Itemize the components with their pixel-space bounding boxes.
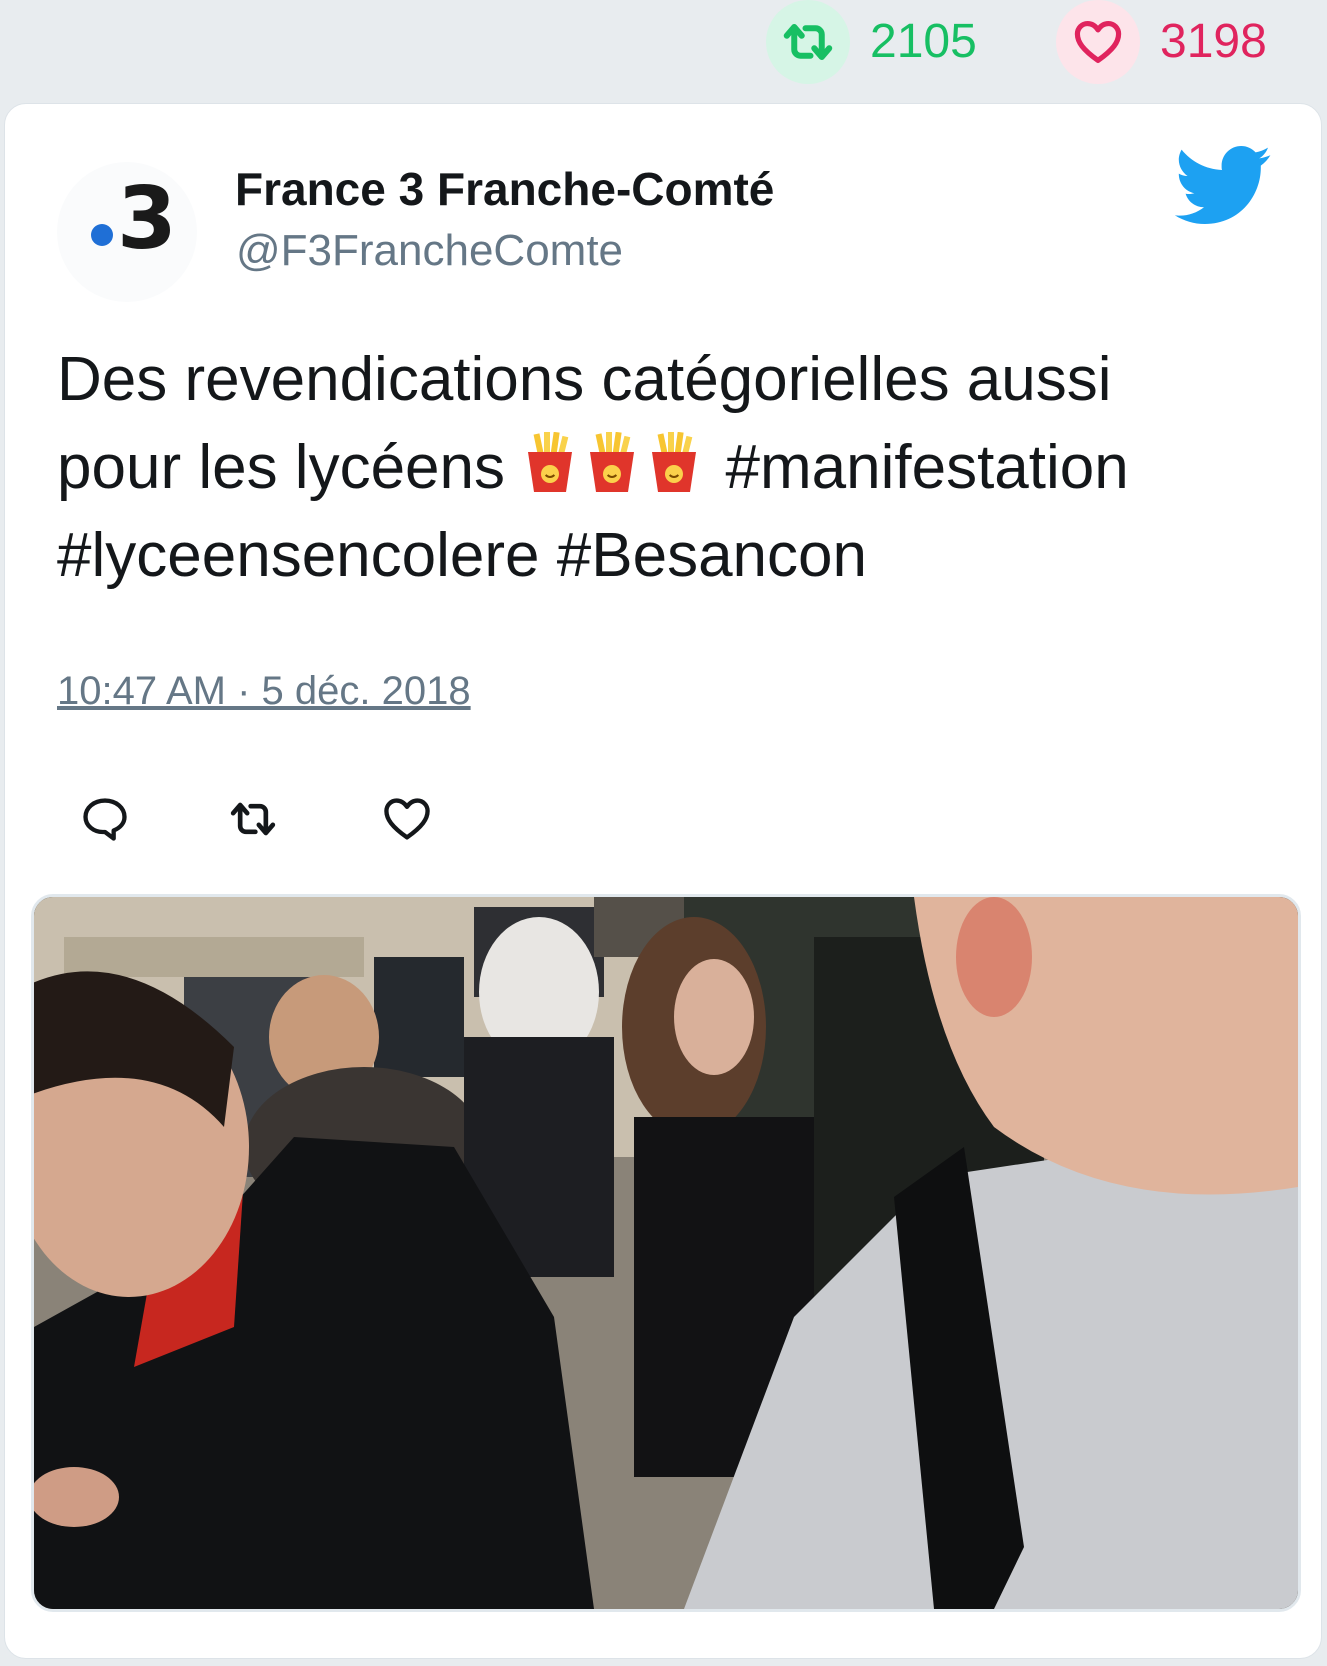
french-fries-emoji	[652, 432, 697, 492]
french-fries-emoji	[528, 432, 573, 492]
twitter-bird-icon[interactable]	[1175, 146, 1273, 226]
retweet-stat[interactable]: 2105	[766, 0, 977, 84]
french-fries-emoji	[590, 432, 635, 492]
retweet-icon[interactable]	[766, 0, 850, 84]
avatar-logo-text: 3	[117, 169, 177, 269]
tweet-text: Des revendications catégorielles aussi p…	[57, 336, 1287, 600]
retweet-count: 2105	[870, 15, 977, 68]
author-handle[interactable]: @F3FrancheComte	[236, 226, 623, 276]
tweet-text-line2: pour les lycéens	[57, 433, 506, 502]
tweet-timestamp[interactable]: 10:47 AM · 5 déc. 2018	[57, 669, 471, 714]
tweet-photo[interactable]	[31, 894, 1301, 1612]
heart-icon[interactable]	[1056, 0, 1140, 84]
avatar[interactable]: 3	[57, 162, 197, 302]
hashtag-manifestation[interactable]: #manifestation	[726, 433, 1129, 502]
engagement-stats: 2105 3198	[0, 0, 1327, 100]
tweet-text-line1: Des revendications catégorielles aussi	[57, 345, 1112, 414]
like-stat[interactable]: 3198	[1056, 0, 1267, 84]
crowd-photo-image	[34, 897, 1298, 1609]
reply-icon[interactable]	[75, 789, 135, 849]
tweet-card: 3 France 3 Franche-Comté @F3FrancheComte…	[4, 103, 1322, 1659]
like-count: 3198	[1160, 15, 1267, 68]
avatar-dot	[91, 224, 113, 246]
retweet-icon[interactable]	[223, 789, 283, 849]
author-name[interactable]: France 3 Franche-Comté	[235, 162, 774, 216]
like-icon[interactable]	[377, 789, 437, 849]
tweet-text-line3[interactable]: #lyceensencolere #Besancon	[57, 521, 867, 590]
